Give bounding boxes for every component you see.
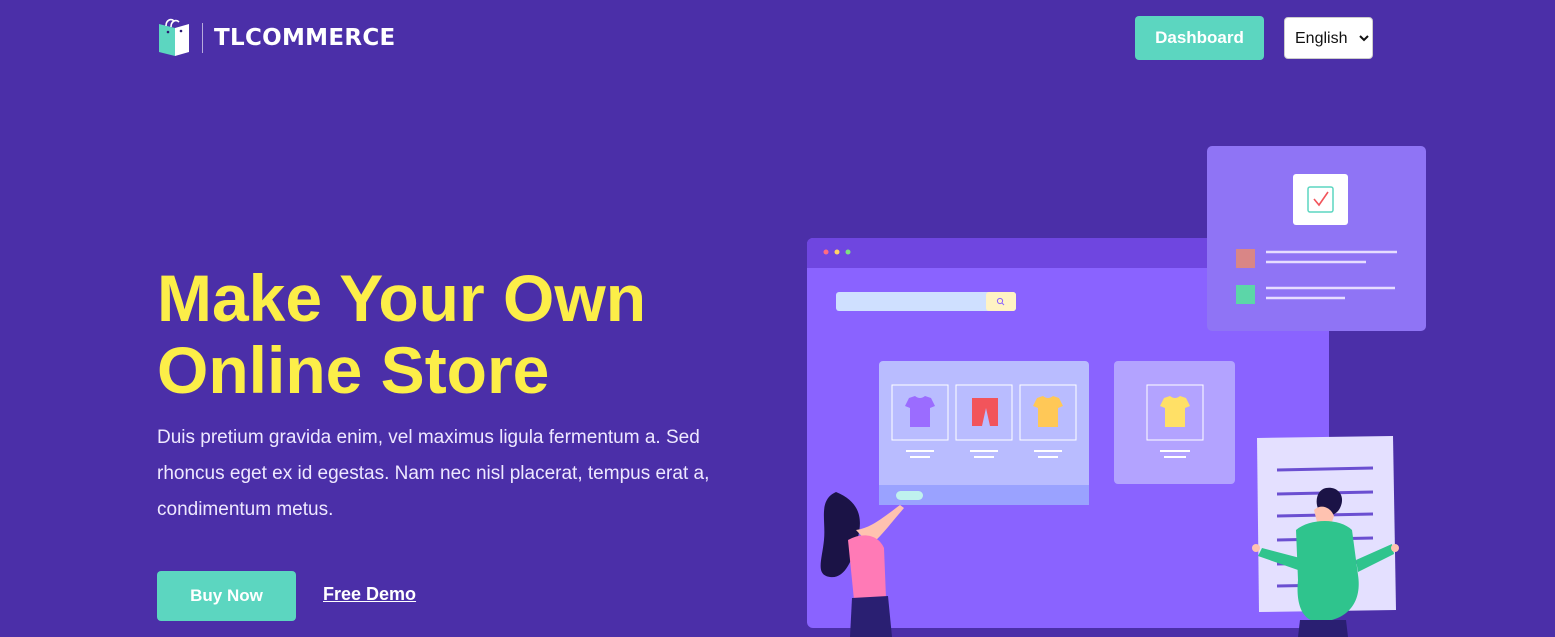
mock-cart-button — [896, 491, 923, 500]
window-dot-yellow — [834, 249, 840, 255]
product-panel — [879, 361, 1089, 505]
site-header: TLCOMMERCE Dashboard English — [0, 0, 1555, 76]
logo-divider — [202, 23, 203, 53]
free-demo-link[interactable]: Free Demo — [323, 584, 416, 605]
buy-now-button[interactable]: Buy Now — [157, 571, 296, 621]
language-select[interactable]: English — [1284, 17, 1373, 59]
mock-search-button — [986, 292, 1016, 311]
hero-title-line2: Online Store — [157, 333, 550, 407]
brand-logo[interactable]: TLCOMMERCE — [157, 18, 396, 58]
hero-description: Duis pretium gravida enim, vel maximus l… — [157, 427, 710, 520]
shopping-bag-logo-icon — [159, 18, 189, 56]
dashboard-button[interactable]: Dashboard — [1135, 16, 1264, 60]
checkbox-icon — [1293, 174, 1348, 225]
window-dot-red — [823, 249, 829, 255]
hero-title: Make Your Own Online Store — [157, 262, 757, 406]
checklist-marker — [1236, 285, 1255, 304]
store-illustration — [807, 146, 1426, 637]
logo-text: TLCOMMERCE — [214, 25, 396, 51]
hero-title-line1: Make Your Own — [157, 261, 647, 335]
window-dot-green — [845, 249, 851, 255]
checklist-marker — [1236, 249, 1255, 268]
